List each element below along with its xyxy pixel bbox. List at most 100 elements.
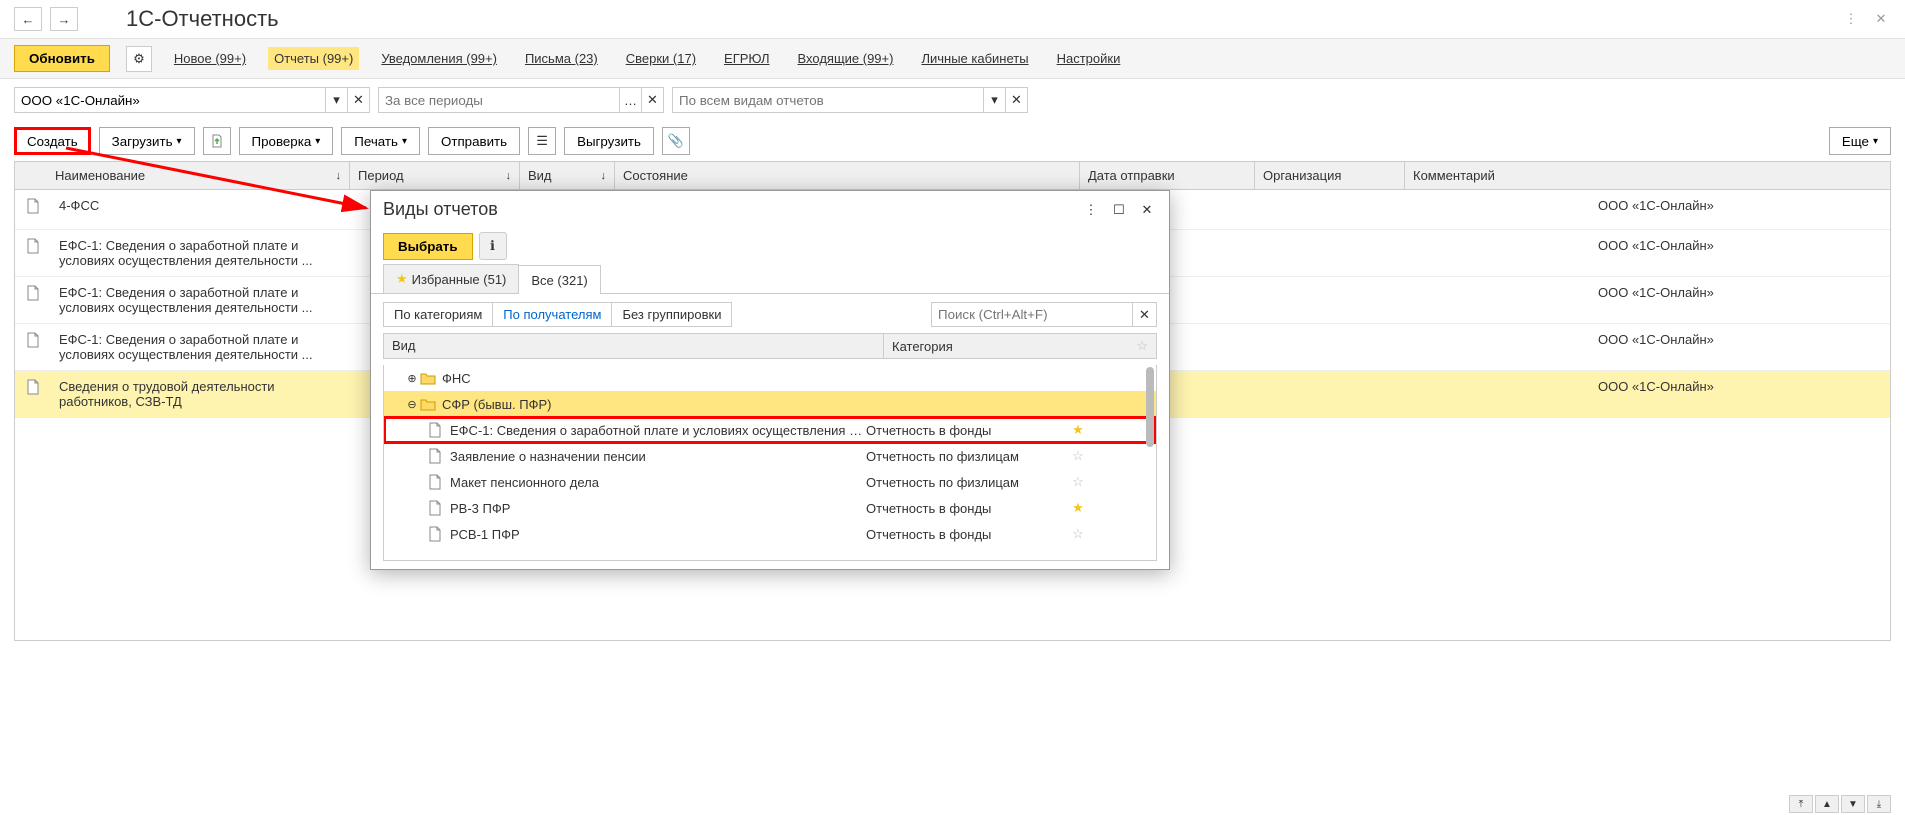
- table-header: Наименование↓ Период↓ Вид↓ Состояние Дат…: [15, 162, 1890, 190]
- row-name: 4-ФСС: [51, 196, 351, 215]
- favorite-star-icon[interactable]: ☆: [1066, 448, 1090, 464]
- dialog-kebab-icon[interactable]: ⋮: [1081, 200, 1101, 220]
- tree-category: Отчетность в фонды: [866, 501, 1066, 516]
- org-input[interactable]: [15, 88, 325, 112]
- tree-item[interactable]: Макет пенсионного делаОтчетность по физл…: [384, 469, 1156, 495]
- action-bar: Создать Загрузить▾ Проверка▾ Печать▾ Отп…: [0, 121, 1905, 161]
- tab-reports[interactable]: Отчеты (99+): [268, 47, 359, 70]
- page-title: 1С-Отчетность: [126, 6, 279, 32]
- scroll-up-icon[interactable]: ▲: [1815, 795, 1839, 813]
- tab-letters[interactable]: Письма (23): [519, 47, 604, 70]
- row-org: ООО «1С-Онлайн»: [1590, 377, 1890, 396]
- kebab-icon[interactable]: ⋮: [1841, 9, 1861, 29]
- print-button[interactable]: Печать▾: [341, 127, 420, 155]
- filter-bar: ▾ ✕ … ✕ ▾ ✕: [0, 79, 1905, 121]
- tab-new[interactable]: Новое (99+): [168, 47, 252, 70]
- col-name[interactable]: Наименование↓: [15, 162, 350, 189]
- col-vid[interactable]: Вид↓: [520, 162, 615, 189]
- document-icon: [428, 422, 446, 438]
- period-clear-icon[interactable]: ✕: [641, 88, 663, 112]
- expand-icon[interactable]: ⊕: [404, 372, 420, 385]
- period-more-icon[interactable]: …: [619, 88, 641, 112]
- report-types-dialog: Виды отчетов ⋮ ☐ ✕ Выбрать ℹ ★Избранные …: [370, 190, 1170, 570]
- row-name: ЕФС-1: Сведения о заработной плате и усл…: [51, 283, 351, 317]
- row-name: ЕФС-1: Сведения о заработной плате и усл…: [51, 330, 351, 364]
- expand-icon[interactable]: ⊖: [404, 398, 420, 411]
- document-icon: [428, 526, 446, 542]
- tree-item[interactable]: РСВ-1 ПФРОтчетность в фонды☆: [384, 521, 1156, 547]
- tab-reconciliations[interactable]: Сверки (17): [620, 47, 702, 70]
- attachment-icon[interactable]: 📎: [662, 127, 690, 155]
- tree-folder[interactable]: ⊕ ФНС: [384, 365, 1156, 391]
- tab-incoming[interactable]: Входящие (99+): [792, 47, 900, 70]
- row-name: Сведения о трудовой деятельности работни…: [51, 377, 351, 411]
- search-clear-icon[interactable]: ✕: [1132, 303, 1156, 326]
- period-input[interactable]: [379, 88, 619, 112]
- dialog-title: Виды отчетов: [383, 199, 1073, 220]
- tree-category: Отчетность в фонды: [866, 527, 1066, 542]
- favorite-star-icon[interactable]: ★: [1066, 500, 1090, 516]
- col-state[interactable]: Состояние: [615, 162, 1080, 189]
- tab-cabinets[interactable]: Личные кабинеты: [915, 47, 1034, 70]
- create-button[interactable]: Создать: [14, 127, 91, 155]
- scroll-down-icon[interactable]: ▼: [1841, 795, 1865, 813]
- group-none[interactable]: Без группировки: [612, 303, 731, 326]
- refresh-button[interactable]: Обновить: [14, 45, 110, 72]
- check-button[interactable]: Проверка▾: [239, 127, 334, 155]
- scroll-top-icon[interactable]: ⤒: [1789, 795, 1813, 813]
- tree-col-vid[interactable]: Вид: [384, 334, 884, 358]
- favorite-star-icon[interactable]: ☆: [1066, 474, 1090, 490]
- info-icon[interactable]: ℹ: [479, 232, 507, 260]
- scroll-bottom-icon[interactable]: ⤓: [1867, 795, 1891, 813]
- grouping-buttons: По категориям По получателям Без группир…: [383, 302, 732, 327]
- document-icon: [15, 283, 51, 301]
- favorite-star-icon[interactable]: ★: [1066, 422, 1090, 438]
- send-button[interactable]: Отправить: [428, 127, 520, 155]
- type-clear-icon[interactable]: ✕: [1005, 88, 1027, 112]
- col-comment[interactable]: Комментарий: [1405, 162, 1890, 189]
- favorite-star-icon[interactable]: ☆: [1066, 526, 1090, 542]
- search-input[interactable]: [932, 303, 1132, 326]
- tab-egrul[interactable]: ЕГРЮЛ: [718, 47, 775, 70]
- tree-item[interactable]: РВ-3 ПФРОтчетность в фонды★: [384, 495, 1156, 521]
- more-button[interactable]: Еще▾: [1829, 127, 1891, 155]
- col-period[interactable]: Период↓: [350, 162, 520, 189]
- tab-notifications[interactable]: Уведомления (99+): [375, 47, 503, 70]
- export-button[interactable]: Выгрузить: [564, 127, 654, 155]
- reload-from-file-icon[interactable]: [203, 127, 231, 155]
- col-org[interactable]: Организация: [1255, 162, 1405, 189]
- dialog-close-icon[interactable]: ✕: [1137, 200, 1157, 220]
- org-combo: ▾ ✕: [14, 87, 370, 113]
- tab-all[interactable]: Все (321): [518, 265, 600, 294]
- gear-button[interactable]: ⚙: [126, 46, 152, 72]
- tree-item[interactable]: ЕФС-1: Сведения о заработной плате и усл…: [384, 417, 1156, 443]
- period-combo: … ✕: [378, 87, 664, 113]
- load-button[interactable]: Загрузить▾: [99, 127, 195, 155]
- tree-item[interactable]: Заявление о назначении пенсииОтчетность …: [384, 443, 1156, 469]
- col-date[interactable]: Дата отправки: [1080, 162, 1255, 189]
- nav-back-button[interactable]: ←: [14, 7, 42, 31]
- tab-favorites[interactable]: ★Избранные (51): [383, 264, 519, 293]
- close-icon[interactable]: ✕: [1871, 9, 1891, 29]
- org-clear-icon[interactable]: ✕: [347, 88, 369, 112]
- list-icon[interactable]: ☰: [528, 127, 556, 155]
- dialog-maximize-icon[interactable]: ☐: [1109, 200, 1129, 220]
- tree-folder[interactable]: ⊖СФР (бывш. ПФР): [384, 391, 1156, 417]
- scrollbar-thumb[interactable]: [1146, 367, 1154, 447]
- nav-forward-button[interactable]: →: [50, 7, 78, 31]
- tree-col-cat[interactable]: Категория☆: [884, 334, 1156, 358]
- tree-category: Отчетность по физлицам: [866, 449, 1066, 464]
- sort-icon: ↓: [336, 170, 342, 182]
- type-dropdown-icon[interactable]: ▾: [983, 88, 1005, 112]
- group-by-recipient[interactable]: По получателям: [493, 303, 612, 326]
- tree-label: ФНС: [438, 371, 1152, 386]
- tree-label: Заявление о назначении пенсии: [446, 449, 866, 464]
- document-icon: [15, 196, 51, 214]
- tab-settings[interactable]: Настройки: [1051, 47, 1127, 70]
- type-input[interactable]: [673, 88, 983, 112]
- select-button[interactable]: Выбрать: [383, 233, 473, 260]
- group-by-category[interactable]: По категориям: [384, 303, 493, 326]
- org-dropdown-icon[interactable]: ▾: [325, 88, 347, 112]
- tree-category: Отчетность в фонды: [866, 423, 1066, 438]
- row-org: ООО «1С-Онлайн»: [1590, 236, 1890, 255]
